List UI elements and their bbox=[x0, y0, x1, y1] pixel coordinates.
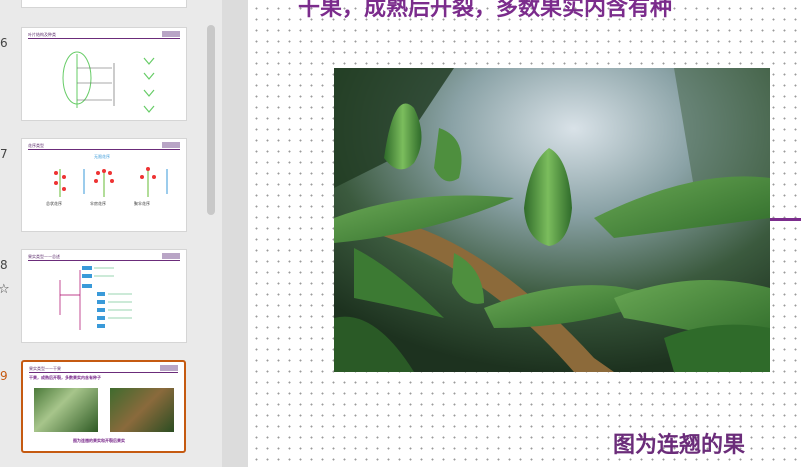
slide-number: 7 bbox=[0, 147, 8, 161]
thumbnail-label: 伞房花序 bbox=[90, 201, 106, 206]
thumbnail-scrollbar[interactable] bbox=[207, 25, 215, 215]
thumbnail-label: 总状花序 bbox=[46, 201, 62, 206]
slide-thumbnail-8[interactable]: 果实类型——总述 bbox=[21, 249, 187, 343]
accent-line bbox=[770, 218, 801, 221]
forsythia-fruit-image bbox=[334, 68, 770, 372]
slide-thumbnail-6[interactable]: 叶片结构及种类 bbox=[21, 27, 187, 121]
fruit-photo[interactable] bbox=[334, 68, 770, 372]
slide-thumbnail-7[interactable]: 花序类型 无限花序 总状花序 伞房花序 聚伞花序 bbox=[21, 138, 187, 232]
logo bbox=[160, 365, 178, 371]
thumbnail-subtitle: 干果，成熟后开裂，多数果实内含有种子 bbox=[29, 375, 101, 380]
slide-thumbnail-9[interactable]: 果实类型——干果 干果，成熟后开裂，多数果实内含有种子 图为连翘的果实和开裂后果… bbox=[21, 360, 186, 453]
slide-number: 8 bbox=[0, 258, 8, 272]
star-icon: ☆ bbox=[0, 282, 10, 297]
thumbnail-caption: 图为连翘的果实和开裂后果实 bbox=[73, 438, 125, 443]
leaf-diagram bbox=[62, 51, 155, 113]
thumbnail-photo bbox=[110, 388, 174, 432]
slide-thumbnail[interactable] bbox=[21, 0, 187, 8]
slide-number: 9 bbox=[0, 369, 8, 383]
thumbnail-title-bar bbox=[29, 372, 178, 373]
slide-title: 干果，成熟后开裂，多数果实内含有种 bbox=[298, 0, 673, 21]
fruit-type-tree bbox=[59, 266, 132, 330]
inflorescence-diagram bbox=[54, 167, 168, 197]
pane-divider[interactable] bbox=[222, 0, 248, 467]
slide-caption: 图为连翘的果 bbox=[613, 432, 746, 458]
slide-thumbnail-pane: 6 叶片结构及种类 7 花序类型 无限花序 总状花序 伞房花序 聚伞花序 8 ☆… bbox=[0, 0, 222, 467]
thumbnail-label: 聚伞花序 bbox=[134, 201, 150, 206]
slide-number: 6 bbox=[0, 36, 8, 50]
thumbnail-photo bbox=[34, 388, 98, 432]
